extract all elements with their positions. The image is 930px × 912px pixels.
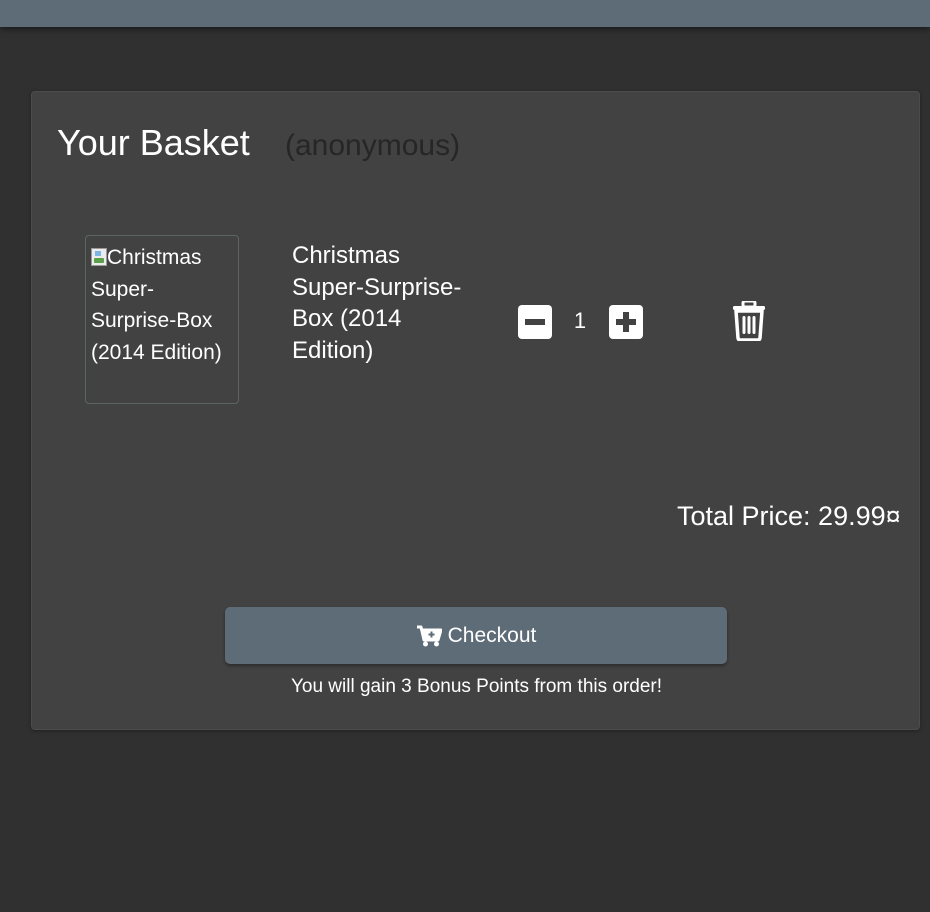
minus-square-icon[interactable] [518,305,552,339]
product-image: Christmas Super-Surprise-Box (2014 Editi… [85,235,239,404]
trash-icon[interactable] [731,301,767,341]
cart-icon [416,625,442,646]
quantity-value: 1 [573,308,587,333]
product-name: Christmas Super-Surprise-Box (2014 Editi… [292,242,462,364]
total-price: Total Price: 29.99¤ [677,501,901,531]
top-navbar [0,0,930,27]
bonus-points-message: You will gain 3 Bonus Points from this o… [290,676,663,697]
product-image-alt-text: Christmas Super-Surprise-Box (2014 Editi… [91,246,222,364]
basket-card: Your Basket (anonymous) Christmas Super-… [31,91,920,730]
plus-square-icon[interactable] [609,305,643,339]
broken-image-icon [91,248,107,266]
page-title: Your Basket [57,122,250,163]
checkout-label: Checkout [447,623,537,647]
user-email: (anonymous) [285,129,461,162]
checkout-button[interactable]: Checkout [225,607,727,664]
